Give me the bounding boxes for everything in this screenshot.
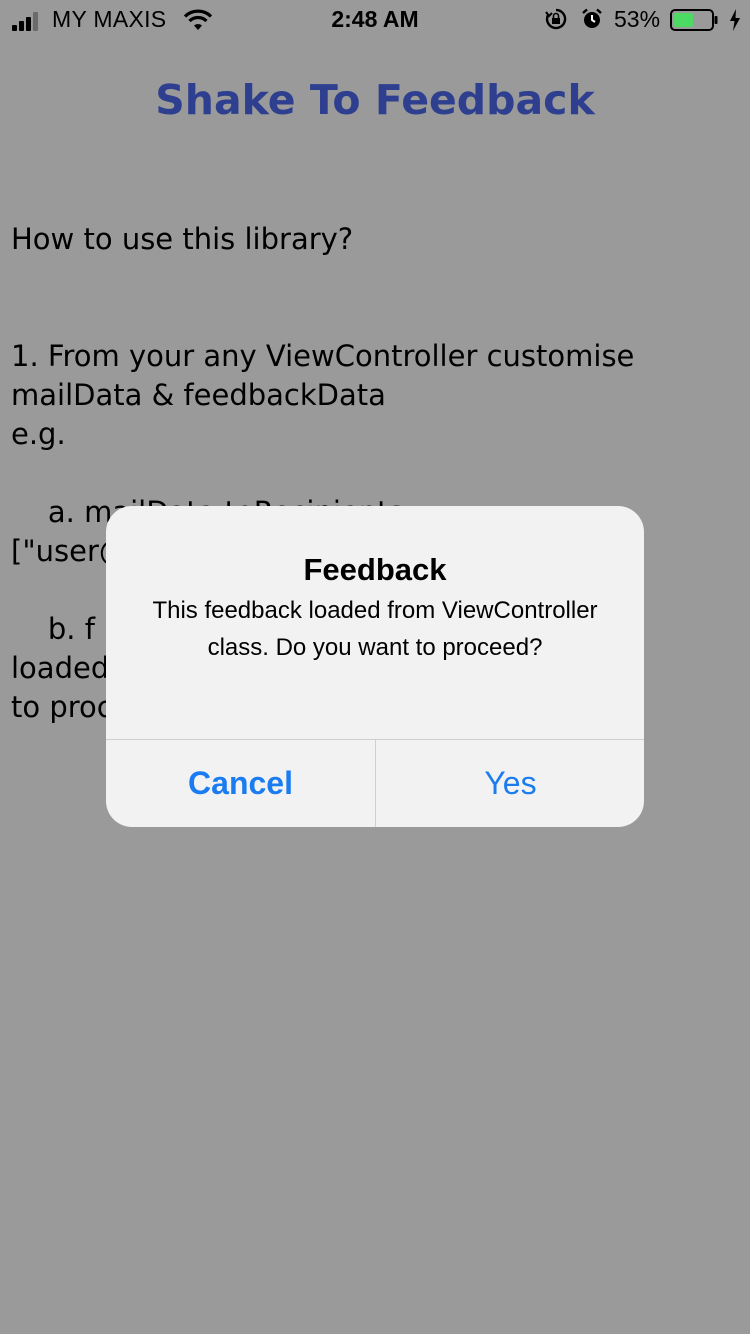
charging-bolt-icon: [730, 9, 740, 31]
alert-title: Feedback: [303, 552, 447, 587]
feedback-alert: Feedback This feedback loaded from ViewC…: [106, 506, 644, 827]
battery-percent: 53%: [614, 6, 661, 32]
cancel-button[interactable]: Cancel: [106, 740, 375, 827]
battery-icon: [670, 9, 718, 31]
status-bar: MY MAXIS 2:48 AM 53%: [0, 0, 750, 40]
alert-message: This feedback loaded from ViewController…: [152, 597, 598, 661]
yes-button[interactable]: Yes: [376, 740, 644, 827]
page-title: Shake To Feedback: [155, 76, 595, 124]
alarm-icon: [582, 8, 602, 28]
rotation-lock-icon: [545, 8, 567, 30]
